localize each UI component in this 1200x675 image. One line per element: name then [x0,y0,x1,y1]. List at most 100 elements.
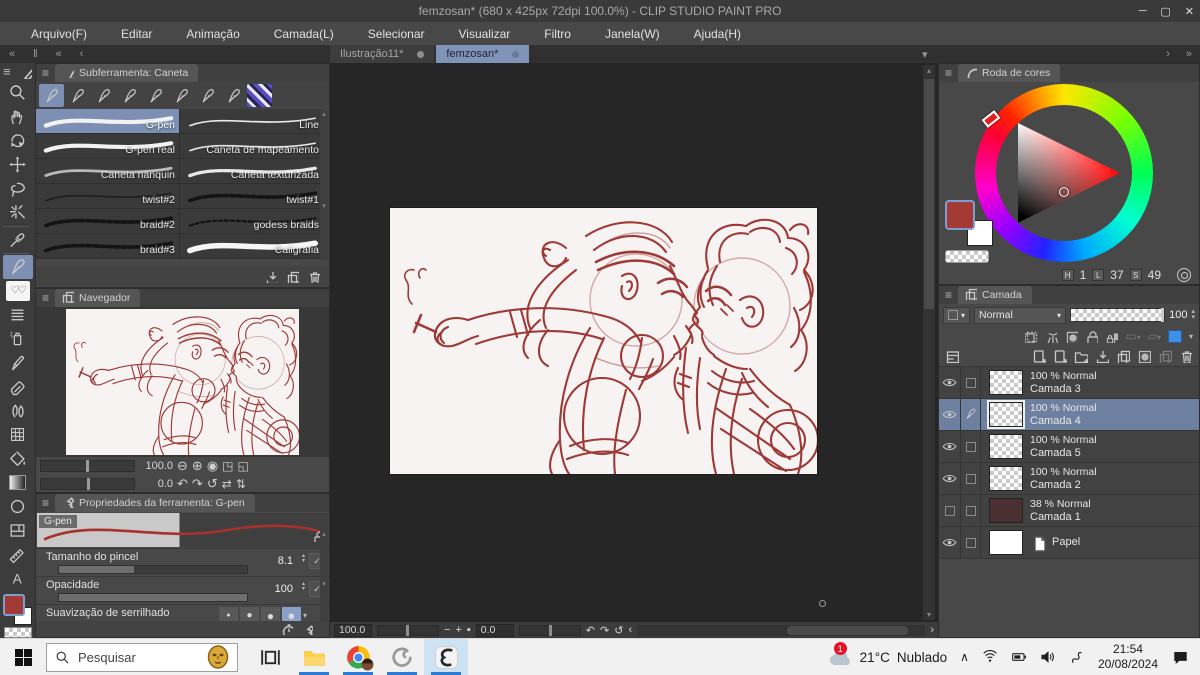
wheel-shape-toggle-icon[interactable] [1177,268,1191,282]
property-value[interactable]: 100 [275,583,293,595]
navigator-rotate-slider[interactable] [40,478,135,490]
layer-thumbnail[interactable] [989,530,1023,555]
minimize-button[interactable]: ─ [1139,5,1147,17]
auto-select-tool[interactable] [3,201,33,225]
liquify-tool[interactable] [3,423,33,447]
tab-close-icon[interactable] [417,50,425,58]
layers-panel-tab[interactable]: Camada [958,286,1032,304]
layer-row[interactable]: Papel [939,527,1199,559]
color-wheel-menu-icon[interactable]: ≡ [945,66,952,80]
canvas-artwork[interactable] [390,208,817,474]
zoom-out-icon[interactable]: ⊖ [177,458,188,474]
lasso-tool[interactable] [3,177,33,201]
tray-expand-icon[interactable]: ∧ [960,650,969,664]
transfer-layer-icon[interactable] [1095,349,1109,363]
rotate-reset-button[interactable]: ↺ [614,624,623,637]
canvas-rotate-slider[interactable] [518,624,581,636]
menu-item[interactable]: Selecionar [351,27,442,41]
zoom-tool[interactable] [3,81,33,105]
merge-layer-icon[interactable] [1116,349,1130,363]
layer-visible-eye-icon[interactable] [939,367,961,398]
menu-item[interactable]: Editar [104,27,169,41]
property-scrollbar[interactable]: ▴ ▾ [320,530,328,621]
texture-pen-type-icon[interactable] [247,84,272,107]
menu-item[interactable]: Arquivo(F) [14,27,104,41]
navigator-zoom-slider[interactable] [40,460,135,472]
transparent-color-swatch[interactable] [3,627,32,638]
lock-layer-icon[interactable] [1085,330,1099,343]
delete-layer-icon[interactable] [1179,349,1193,363]
pen-type-icon[interactable] [65,84,90,107]
menu-item[interactable]: Filtro [527,27,588,41]
navigator-panel-menu-icon[interactable]: ≡ [42,291,49,305]
brush-item[interactable]: twist#2 [36,184,180,209]
pen-tablet-icon[interactable] [1069,649,1085,665]
brush-item[interactable]: braid#2 [36,209,180,234]
flip-horizontal-icon[interactable]: ⇄ [222,477,232,491]
property-stepper[interactable]: ▴ ▾ [302,581,305,592]
layer-visible-eye-icon[interactable] [939,399,961,430]
layer-palette-icon[interactable] [945,349,959,363]
layer-thumbnail[interactable] [989,370,1023,395]
layer-row[interactable]: 100 % Normal Camada 5 [939,431,1199,463]
layer-row[interactable]: 100 % Normal Camada 4 [939,399,1199,431]
color-cursor[interactable] [1059,187,1069,197]
tab-close-icon[interactable] [512,50,520,58]
color-wheel-tab[interactable]: Roda de cores [958,64,1061,86]
move-tool[interactable] [3,153,33,177]
volume-icon[interactable] [1040,649,1056,665]
navigator-preview[interactable] [36,307,329,457]
rotate-canvas-tool[interactable] [3,129,33,153]
scroll-left-icon[interactable]: ‹ [628,624,632,636]
layer-opacity-value[interactable]: 100 [1169,309,1187,321]
property-stepper[interactable]: ▴ ▾ [302,553,305,564]
gradient-tool[interactable] [3,471,33,495]
create-mask-icon[interactable] [1137,349,1151,363]
canvas-zoom-slider[interactable] [377,624,439,636]
action-center-icon[interactable] [1171,649,1190,666]
rotate-left-icon[interactable]: ↶ [177,476,188,492]
zoom-in-button[interactable]: + [455,624,461,636]
wifi-icon[interactable] [982,649,998,665]
layer-checkbox[interactable] [961,431,981,462]
wheel-foreground-swatch[interactable] [945,200,975,230]
rotate-cw-button[interactable]: ↷ [600,624,609,637]
document-tab[interactable]: femzosan* [436,45,530,63]
draft-layer-icon[interactable] [1065,330,1079,343]
canvas-rotation-value[interactable]: 0.0 [475,623,514,637]
brush-item[interactable]: Caligrafia [180,234,324,259]
layers-panel-menu-icon[interactable]: ≡ [945,288,952,302]
brush-item[interactable]: Caneta nanquin [36,159,180,184]
layer-thumbnail[interactable] [989,498,1023,523]
pen-tool[interactable] [2,254,33,279]
layer-row[interactable]: 38 % Normal Camada 1 [939,495,1199,527]
pen-type-icon[interactable] [195,84,220,107]
hand-tool[interactable] [3,105,33,129]
layer-row[interactable]: 100 % Normal Camada 2 [939,463,1199,495]
lock-alpha-icon[interactable] [1105,330,1119,343]
clip-studio-paint-button[interactable] [424,639,468,675]
document-tab[interactable]: Ilustração11* [330,45,435,63]
expand-right-icon[interactable]: » [1186,48,1192,60]
scroll-up-icon[interactable]: ▴ [923,66,935,75]
import-subtool-icon[interactable] [265,270,278,283]
canvas-zoom-value[interactable]: 100.0 [334,623,372,637]
new-raster-layer-icon[interactable] [1032,349,1046,363]
property-value[interactable]: 8.1 [278,555,293,567]
layer-color-swatch[interactable] [1167,329,1182,343]
brush-item[interactable]: twist#1 [180,184,324,209]
eraser-tool[interactable] [3,375,33,399]
pen-type-icon[interactable] [91,84,116,107]
zoom-reset-button[interactable]: ▪ [467,624,471,636]
new-vector-layer-icon[interactable] [1053,349,1067,363]
brush-item[interactable]: braid#3 [36,234,180,259]
canvas-vertical-scrollbar[interactable]: ▴ ▾ [923,65,935,620]
scroll-right-icon[interactable]: › [930,624,934,636]
property-panel-tab[interactable]: Propriedades da ferramenta: G-pen [55,494,255,512]
canvas-area[interactable]: ▴ ▾ 100.0 − + ▪ 0.0 ↶ ↷ ↺ ‹ › [330,63,938,638]
layer-hidden-checkbox[interactable] [939,495,961,526]
rotate-ccw-button[interactable]: ↶ [586,624,595,637]
navigator-panel-tab[interactable]: Navegador [55,289,141,307]
layer-checkbox[interactable] [961,527,981,558]
pen-type-icon[interactable] [221,84,246,107]
